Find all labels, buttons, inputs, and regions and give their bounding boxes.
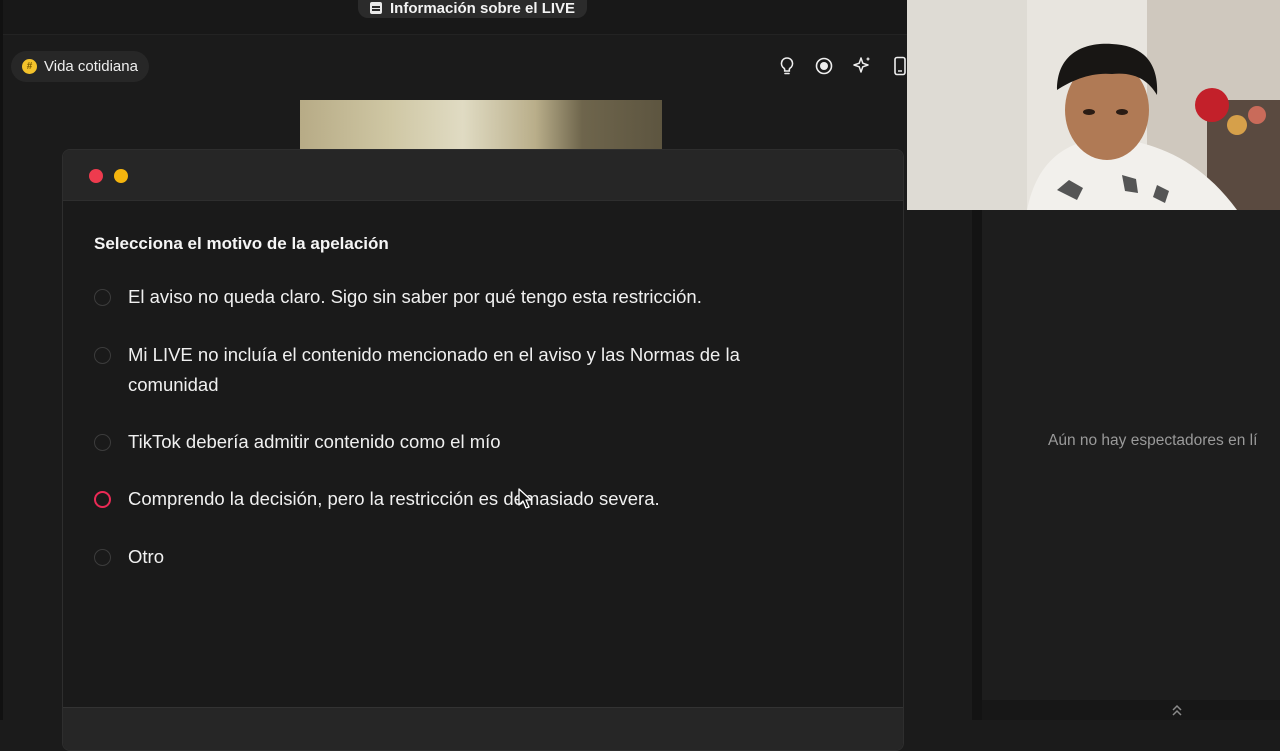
option-label: Otro [128, 546, 164, 567]
reason-option-too-severe[interactable]: Comprendo la decisión, pero la restricci… [94, 488, 828, 514]
dialog-header [63, 150, 903, 201]
lightbulb-icon[interactable] [777, 56, 797, 76]
reason-option-no-content[interactable]: Mi LIVE no incluía el contenido menciona… [94, 344, 828, 400]
record-icon[interactable] [814, 56, 834, 76]
viewers-panel: Aún no hay espectadores en lí [982, 210, 1280, 720]
reason-option-allow-content[interactable]: TikTok debería admitir contenido como el… [94, 431, 828, 457]
option-label: Mi LIVE no incluía el contenido menciona… [128, 344, 740, 395]
close-dot-button[interactable] [89, 169, 103, 183]
dialog-footer [63, 707, 903, 750]
live-preview-thumbnail [300, 100, 662, 150]
chevron-up-icon[interactable] [1170, 703, 1184, 717]
panel-separator [972, 210, 982, 720]
left-edge [0, 0, 3, 720]
appeal-reason-dialog: Selecciona el motivo de la apelación El … [62, 149, 904, 751]
mouse-cursor-icon [518, 488, 532, 509]
radio-button[interactable] [94, 289, 111, 306]
radio-button[interactable] [94, 434, 111, 451]
radio-button[interactable] [94, 347, 111, 364]
live-info-button[interactable]: Información sobre el LIVE [358, 0, 588, 18]
webcam-feed [907, 0, 1280, 210]
category-chip[interactable]: # Vida cotidiana [11, 51, 149, 82]
category-chip-label: Vida cotidiana [44, 58, 138, 75]
hash-icon: # [22, 59, 37, 74]
document-icon [370, 2, 382, 14]
minimize-dot-button[interactable] [114, 169, 128, 183]
option-label: TikTok debería admitir contenido como el… [128, 431, 501, 452]
option-label: El aviso no queda claro. Sigo sin saber … [128, 286, 702, 307]
reason-option-unclear[interactable]: El aviso no queda claro. Sigo sin saber … [94, 286, 828, 312]
radio-button[interactable] [94, 549, 111, 566]
sparkle-icon[interactable] [852, 56, 872, 76]
side-gap [907, 210, 973, 720]
webcam-image [907, 0, 1280, 210]
reason-option-other[interactable]: Otro [94, 546, 828, 572]
dialog-title: Selecciona el motivo de la apelación [94, 234, 389, 253]
panel-footer [982, 700, 1280, 720]
no-viewers-text: Aún no hay espectadores en lí [1048, 432, 1258, 449]
radio-button-selected[interactable] [94, 491, 111, 508]
live-info-label: Información sobre el LIVE [390, 0, 576, 17]
option-label: Comprendo la decisión, pero la restricci… [128, 488, 660, 509]
